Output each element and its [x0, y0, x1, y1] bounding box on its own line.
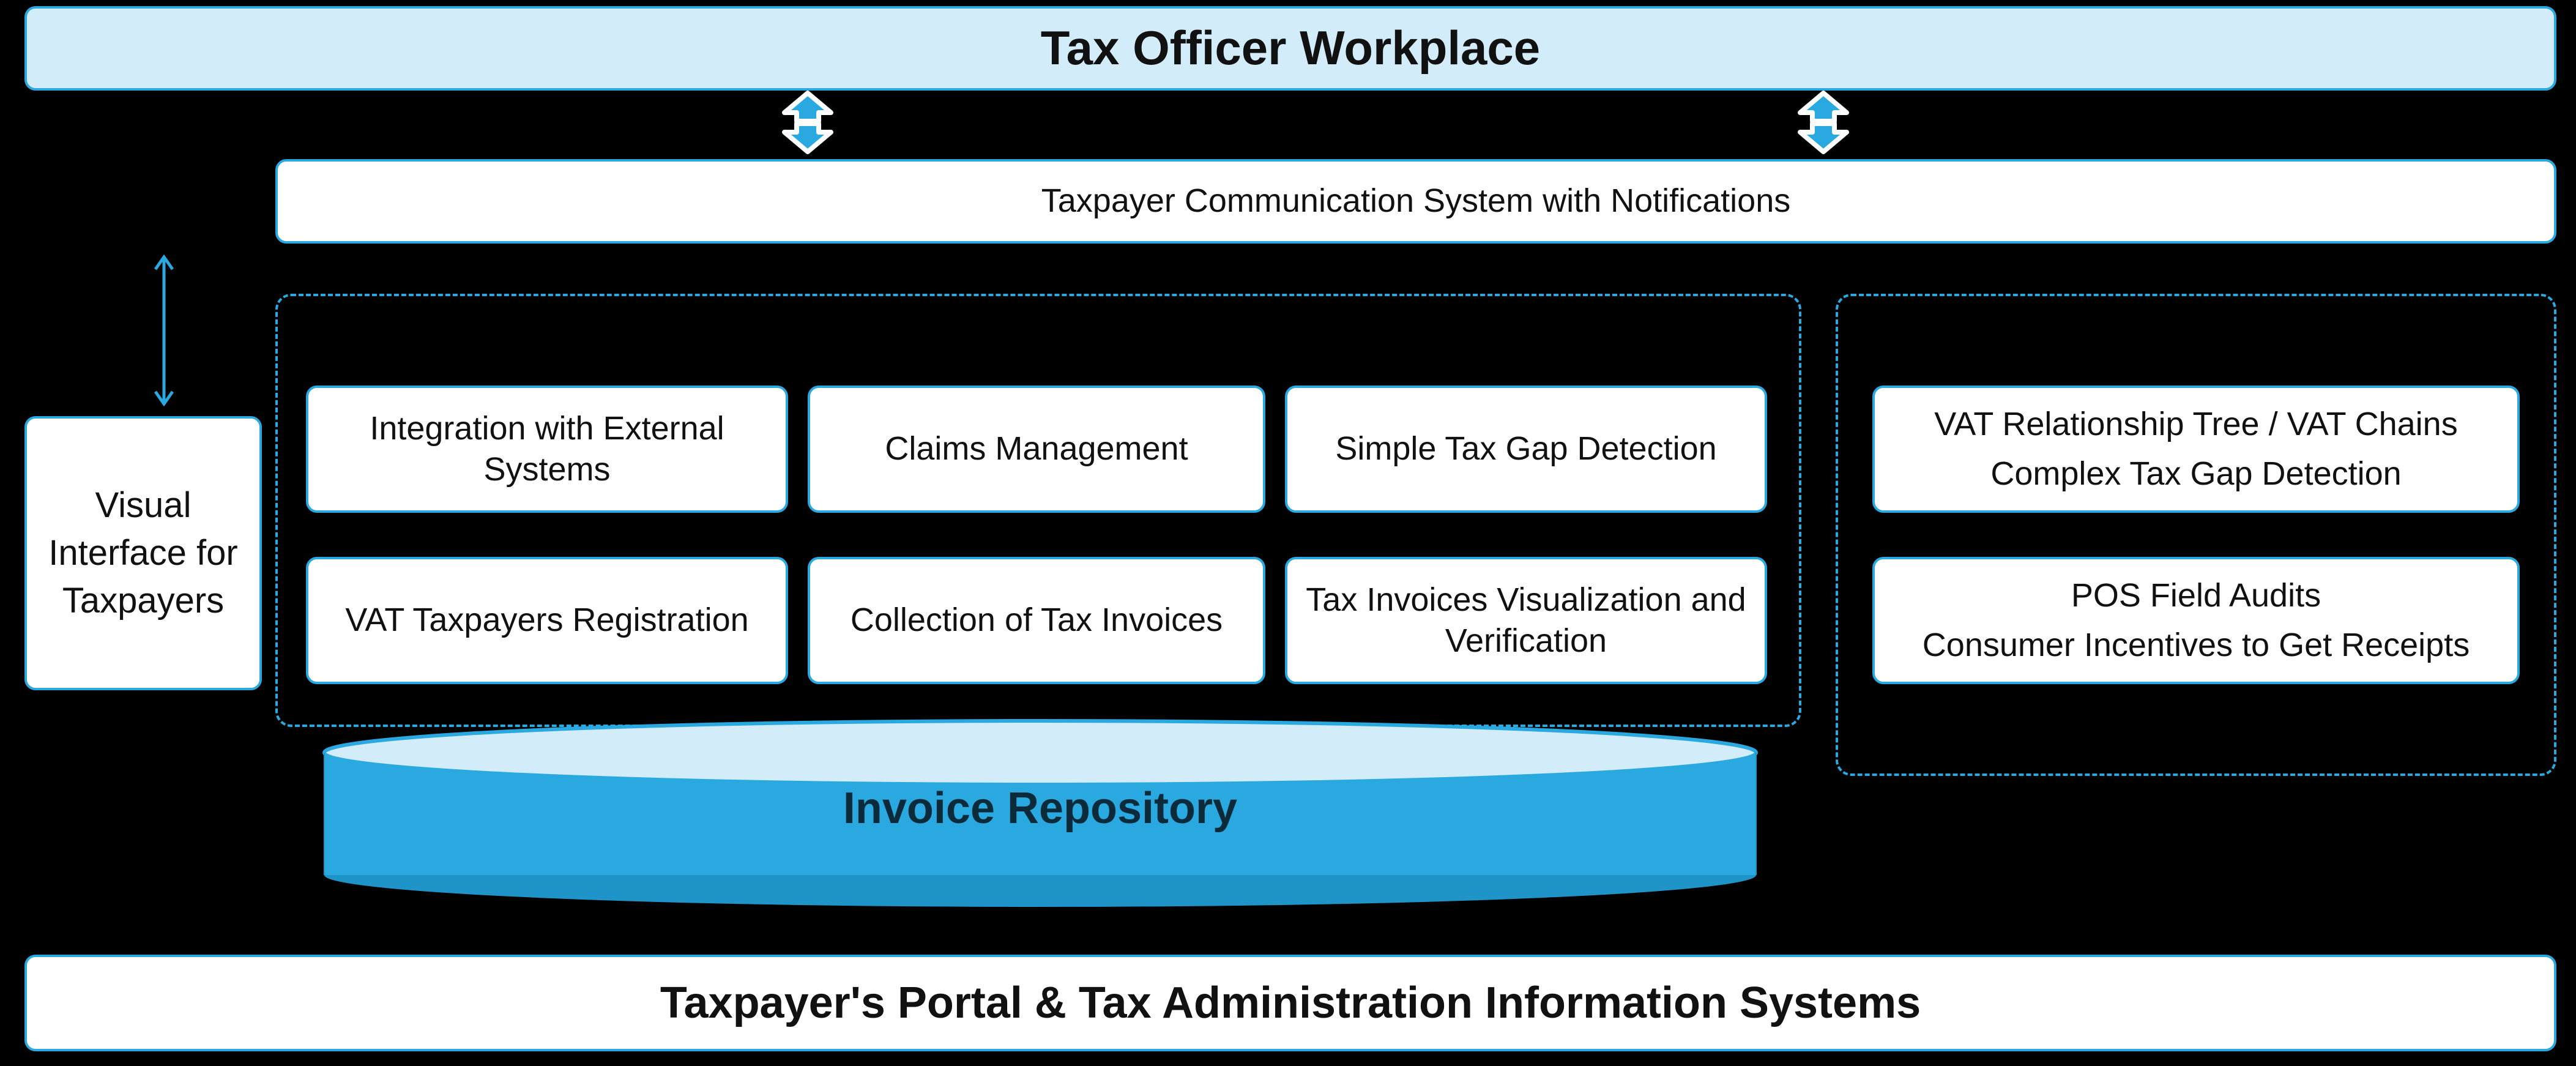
label: Collection of Tax Invoices — [851, 600, 1223, 641]
diagram-root: Tax Officer Workplace Taxpayer Communica… — [0, 0, 2576, 1066]
comm-system-label: Taxpayer Communication System with Notif… — [1041, 181, 1790, 222]
box-collection-of-tax-invoices: Collection of Tax Invoices — [808, 557, 1265, 684]
box-tax-invoices-visualization: Tax Invoices Visualization and Verificat… — [1285, 557, 1767, 684]
label: VAT Taxpayers Registration — [345, 600, 748, 641]
label-line-1: VAT Relationship Tree / VAT Chains — [1934, 404, 2457, 445]
box-visual-interface-for-taxpayers: Visual Interface for Taxpayers — [24, 416, 262, 690]
label-line-2: Consumer Incentives to Get Receipts — [1923, 625, 2470, 666]
label: Simple Tax Gap Detection — [1335, 428, 1716, 470]
box-claims-management: Claims Management — [808, 386, 1265, 513]
group-right-dashed — [1836, 294, 2556, 776]
repository-label: Invoice Repository — [843, 784, 1237, 833]
box-vat-taxpayers-registration: VAT Taxpayers Registration — [306, 557, 788, 684]
header-tax-officer-workplace: Tax Officer Workplace — [24, 6, 2556, 91]
header-title: Tax Officer Workplace — [1041, 18, 1540, 78]
box-taxpayer-communication-system: Taxpayer Communication System with Notif… — [275, 159, 2556, 244]
footer-taxpayer-portal: Taxpayer's Portal & Tax Administration I… — [24, 955, 2556, 1051]
label: Claims Management — [885, 428, 1188, 470]
box-vat-relationship-complex-gap: VAT Relationship Tree / VAT Chains Compl… — [1872, 386, 2520, 513]
bidir-arrow-icon — [771, 92, 844, 153]
label-line-1: POS Field Audits — [2071, 575, 2321, 617]
label: Integration with External Systems — [308, 408, 786, 491]
footer-label: Taxpayer's Portal & Tax Administration I… — [660, 975, 1921, 1031]
label-line-2: Complex Tax Gap Detection — [1990, 453, 2401, 495]
box-pos-audits-consumer-incentives: POS Field Audits Consumer Incentives to … — [1872, 557, 2520, 684]
thin-double-arrow-icon — [152, 251, 176, 410]
label: Tax Invoices Visualization and Verificat… — [1287, 580, 1765, 662]
box-integration-external-systems: Integration with External Systems — [306, 386, 788, 513]
repository-label-wrap: Invoice Repository — [318, 783, 1762, 833]
box-simple-tax-gap-detection: Simple Tax Gap Detection — [1285, 386, 1767, 513]
visual-interface-label: Visual Interface for Taxpayers — [27, 482, 259, 625]
bidir-arrow-icon — [1787, 92, 1860, 153]
